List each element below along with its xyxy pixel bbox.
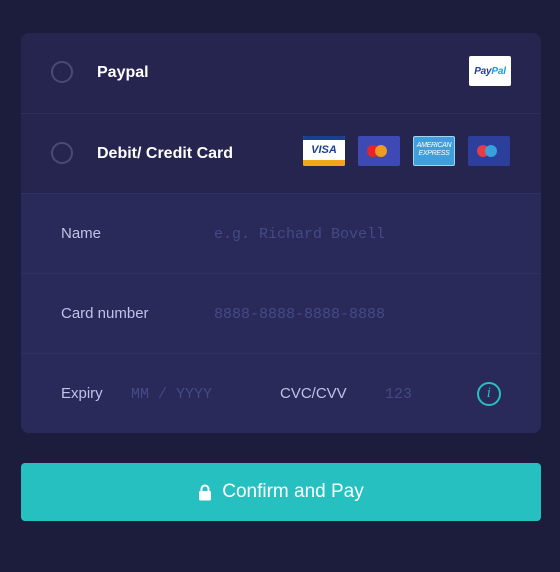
paypal-label[interactable]: Paypal <box>97 33 149 113</box>
card-radio[interactable] <box>51 142 73 164</box>
paypal-logo-text-pal: Pal <box>491 65 506 77</box>
amex-logo: AMERICAN EXPRESS <box>413 136 455 166</box>
expiry-input[interactable] <box>131 382 241 406</box>
amex-logo-text: AMERICAN EXPRESS <box>416 142 452 157</box>
maestro-logo <box>468 136 510 166</box>
expiry-cvc-row: Expiry CVC/CVV i <box>21 353 541 433</box>
maestro-blue-circle <box>485 145 497 157</box>
lock-icon <box>199 484 212 500</box>
expiry-label: Expiry <box>61 385 103 402</box>
name-row: Name <box>21 193 541 273</box>
name-label: Name <box>61 225 102 242</box>
payment-option-card[interactable]: Debit/ Credit Card VISA AMERICAN EXPRESS <box>21 113 541 193</box>
payment-card: Paypal Pay Pal Debit/ Credit Card VISA AM… <box>21 33 541 433</box>
visa-logo: VISA <box>303 136 345 166</box>
card-number-row: Card number <box>21 273 541 353</box>
card-label[interactable]: Debit/ Credit Card <box>97 114 233 194</box>
payment-option-paypal[interactable]: Paypal Pay Pal <box>21 33 541 113</box>
visa-logo-text: VISA <box>311 144 337 156</box>
cvc-label: CVC/CVV <box>280 385 347 402</box>
info-icon[interactable]: i <box>477 382 501 406</box>
confirm-and-pay-label: Confirm and Pay <box>222 481 364 502</box>
paypal-logo: Pay Pal <box>469 56 511 86</box>
cvc-input[interactable] <box>385 382 445 406</box>
name-input[interactable] <box>214 222 514 246</box>
paypal-radio[interactable] <box>51 61 73 83</box>
visa-bottom-bar <box>303 160 345 166</box>
card-number-input[interactable] <box>214 302 514 326</box>
card-number-label: Card number <box>61 305 149 322</box>
mastercard-logo <box>358 136 400 166</box>
visa-top-bar <box>303 136 345 140</box>
confirm-and-pay-button[interactable]: Confirm and Pay <box>21 463 541 521</box>
paypal-logo-text-pay: Pay <box>474 65 492 77</box>
mastercard-orange-circle <box>375 145 387 157</box>
